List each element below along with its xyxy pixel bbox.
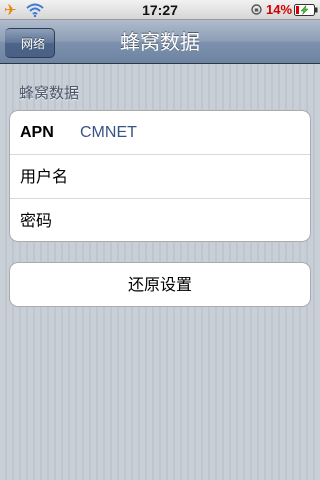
navigation-bar: 网络 蜂窝数据 xyxy=(0,20,320,64)
orientation-lock-icon xyxy=(251,4,262,15)
page-title: 蜂窝数据 xyxy=(120,30,200,54)
password-row[interactable]: 密码 xyxy=(10,199,310,241)
apn-row[interactable]: APN CMNET xyxy=(10,111,310,155)
apn-settings-group: APN CMNET 用户名 密码 xyxy=(9,110,311,242)
reset-settings-group: 还原设置 xyxy=(9,262,311,307)
battery-percentage: 14% xyxy=(266,2,293,17)
status-bar: ✈ 17:27 14% xyxy=(0,0,320,20)
apn-label: APN xyxy=(20,124,54,141)
back-button-label: 网络 xyxy=(20,37,45,51)
reset-settings-button[interactable]: 还原设置 xyxy=(10,263,310,306)
battery-charging-icon xyxy=(294,4,318,16)
username-row[interactable]: 用户名 xyxy=(10,155,310,199)
apn-value[interactable]: CMNET xyxy=(80,111,137,154)
username-label: 用户名 xyxy=(20,167,69,186)
back-button[interactable]: 网络 xyxy=(5,28,55,58)
section-header: 蜂窝数据 xyxy=(19,84,80,102)
password-label: 密码 xyxy=(20,211,53,230)
